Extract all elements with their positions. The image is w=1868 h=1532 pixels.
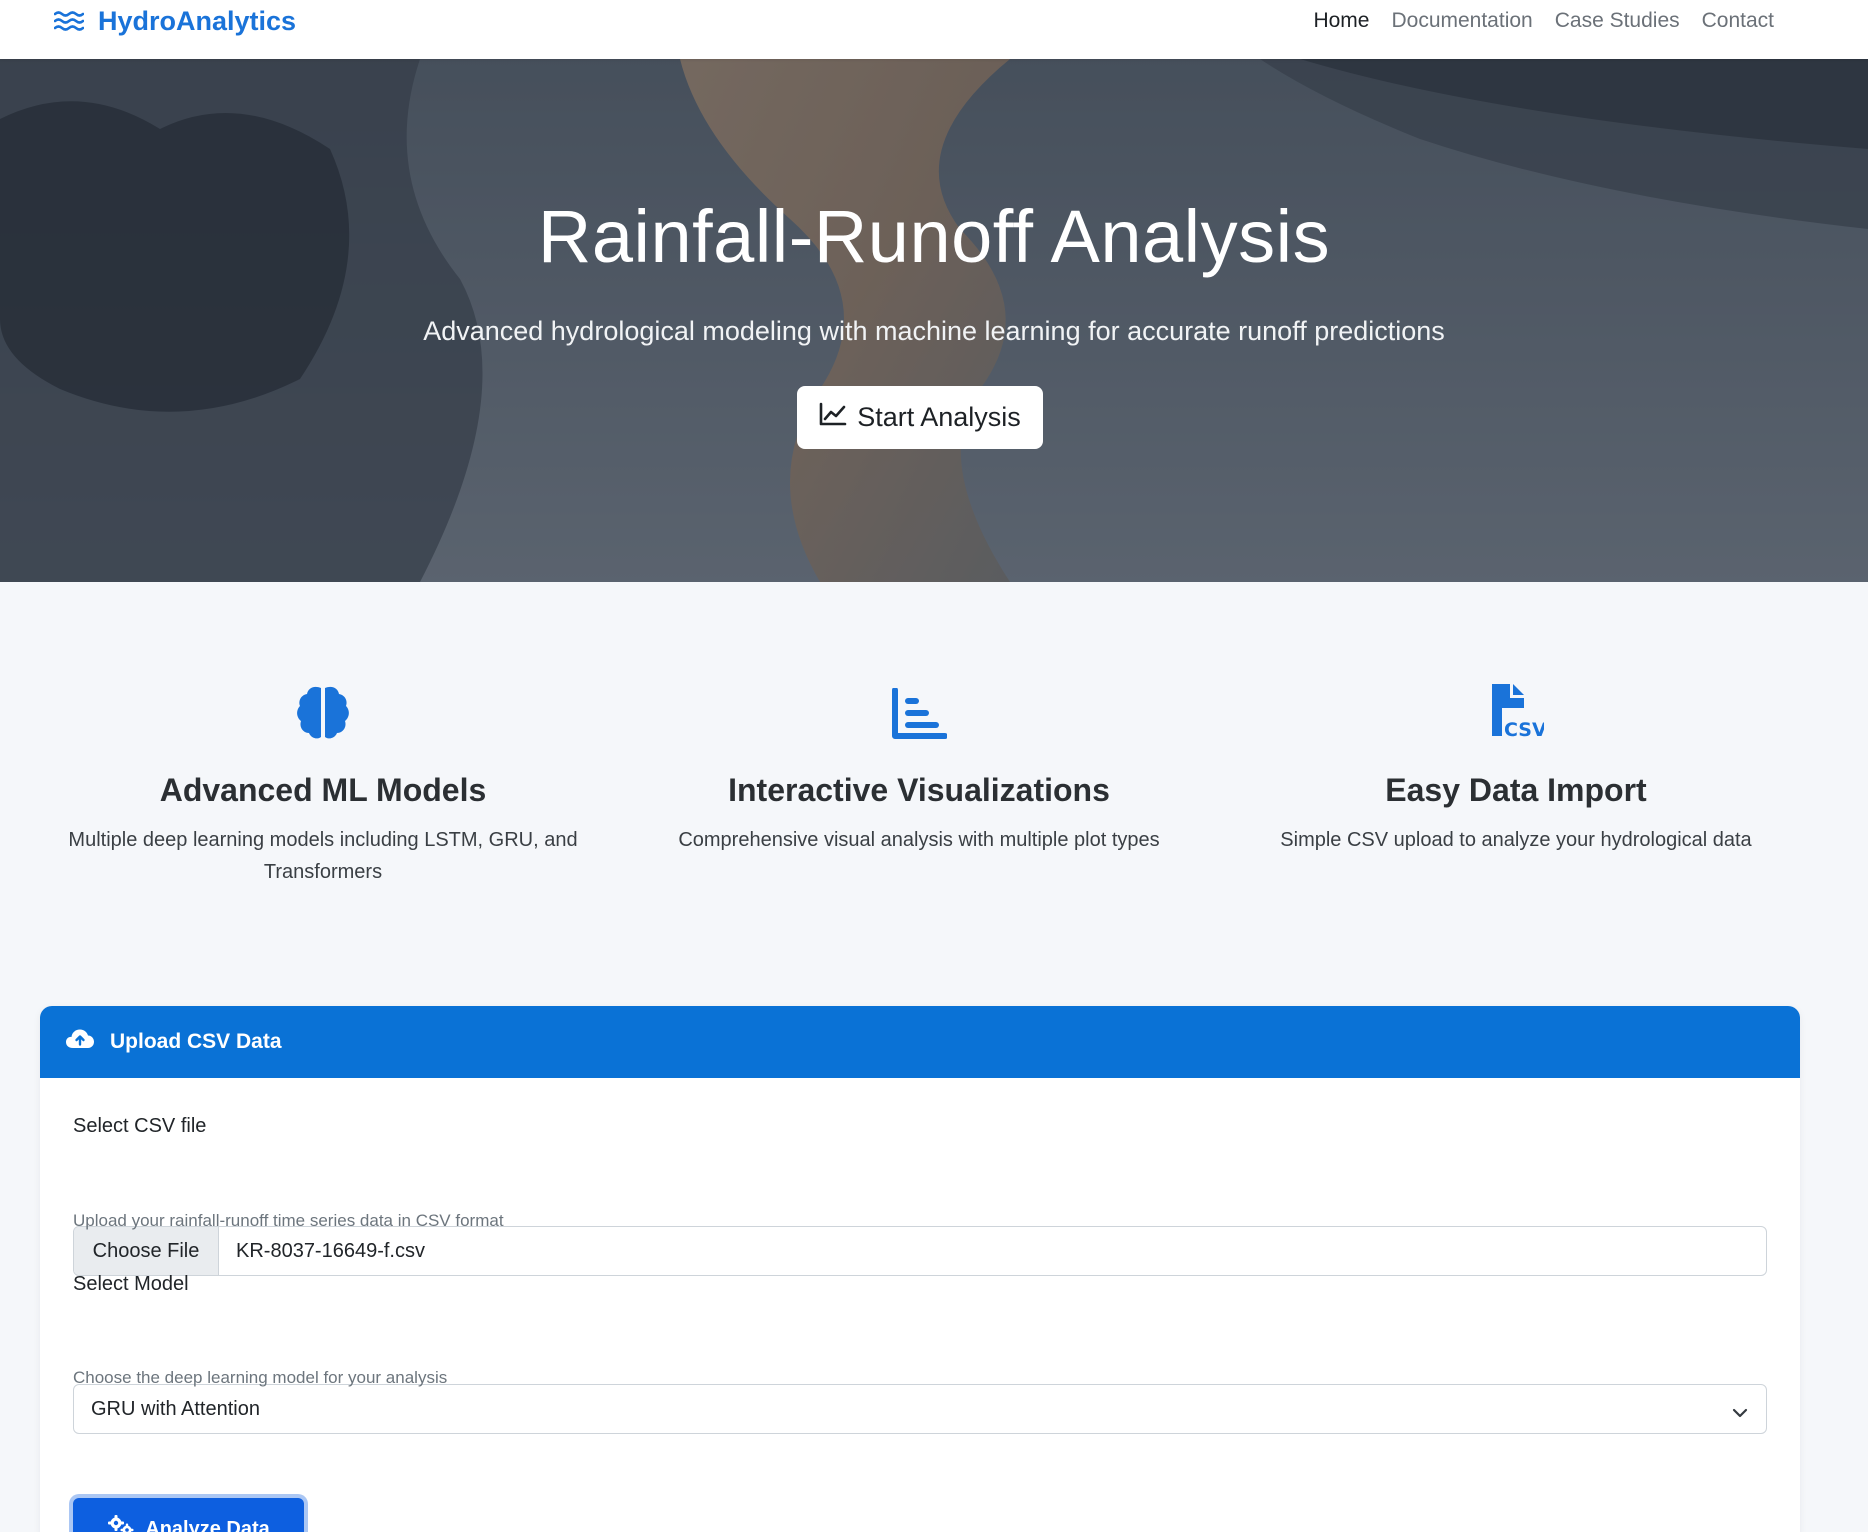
csv-file-label: Select CSV file bbox=[73, 1115, 207, 1137]
nav-link-case-studies[interactable]: Case Studies bbox=[1555, 9, 1680, 33]
csv-file-input[interactable]: Choose File KR-8037-16649-f.csv bbox=[73, 1226, 1767, 1276]
navbar: HydroAnalytics Home Documentation Case S… bbox=[0, 0, 1868, 59]
model-select[interactable]: GRU with Attention bbox=[73, 1384, 1767, 1434]
cloud-upload-icon bbox=[66, 1029, 94, 1055]
chevron-down-icon bbox=[1732, 1402, 1748, 1425]
upload-card-header: Upload CSV Data bbox=[40, 1006, 1800, 1078]
hero-title: Rainfall-Runoff Analysis bbox=[537, 195, 1331, 278]
feature-visualizations: Interactive Visualizations Comprehensive… bbox=[639, 680, 1199, 856]
brand-name: HydroAnalytics bbox=[98, 5, 297, 36]
start-analysis-label: Start Analysis bbox=[857, 402, 1021, 432]
feature-description: Comprehensive visual analysis with multi… bbox=[678, 829, 1160, 851]
upload-card-title: Upload CSV Data bbox=[110, 1030, 282, 1053]
bar-chart-icon bbox=[639, 680, 1199, 740]
selected-file-name: KR-8037-16649-f.csv bbox=[236, 1239, 425, 1262]
hero-section: Rainfall-Runoff Analysis Advanced hydrol… bbox=[0, 59, 1868, 582]
feature-title: Interactive Visualizations bbox=[728, 772, 1110, 808]
analyze-data-button[interactable]: Analyze Data bbox=[73, 1498, 304, 1532]
nav-link-contact[interactable]: Contact bbox=[1702, 9, 1774, 33]
line-chart-icon bbox=[819, 402, 847, 433]
csv-file-help: Upload your rainfall-runoff time series … bbox=[73, 1211, 504, 1230]
csv-file-icon: CSV bbox=[1236, 680, 1796, 740]
water-waves-icon bbox=[54, 10, 84, 32]
model-selected-value: GRU with Attention bbox=[91, 1397, 260, 1420]
feature-ml-models: Advanced ML Models Multiple deep learnin… bbox=[43, 680, 603, 888]
nav-link-documentation[interactable]: Documentation bbox=[1391, 9, 1532, 33]
feature-title: Advanced ML Models bbox=[159, 772, 487, 808]
model-label: Select Model bbox=[73, 1273, 189, 1295]
model-help: Choose the deep learning model for your … bbox=[73, 1368, 448, 1387]
feature-data-import: CSV Easy Data Import Simple CSV upload t… bbox=[1236, 680, 1796, 856]
feature-title: Easy Data Import bbox=[1385, 772, 1647, 808]
nav-links: Home Documentation Case Studies Contact bbox=[1313, 4, 1774, 38]
feature-description: Simple CSV upload to analyze your hydrol… bbox=[1280, 829, 1752, 851]
upload-card: Upload CSV Data Select CSV file Choose F… bbox=[40, 1006, 1800, 1532]
nav-link-home[interactable]: Home bbox=[1313, 9, 1369, 33]
analyze-data-label: Analyze Data bbox=[145, 1517, 270, 1532]
start-analysis-button[interactable]: Start Analysis bbox=[797, 386, 1043, 449]
gears-icon bbox=[107, 1515, 135, 1532]
brand-logo[interactable]: HydroAnalytics bbox=[54, 4, 296, 38]
feature-description: Multiple deep learning models including … bbox=[68, 829, 578, 883]
hero-subtitle: Advanced hydrological modeling with mach… bbox=[423, 316, 1445, 346]
brain-icon bbox=[43, 680, 603, 740]
svg-text:CSV: CSV bbox=[1504, 719, 1544, 740]
choose-file-button[interactable]: Choose File bbox=[74, 1227, 219, 1275]
